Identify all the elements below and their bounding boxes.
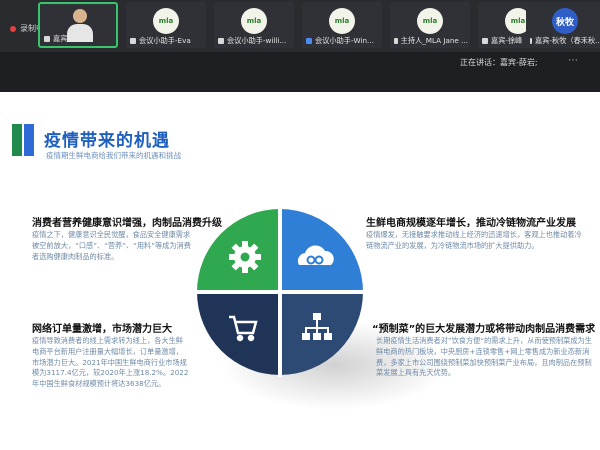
mic-icon: [530, 38, 533, 44]
speaking-label: 正在讲话：嘉宾-薛岩;: [460, 58, 538, 67]
quadrant-heading-2: 生鲜电商规模逐年增长，推动冷链物流产业发展: [366, 218, 576, 229]
mic-icon: [482, 38, 488, 44]
user-icon: [306, 38, 312, 44]
record-dot-icon: [10, 25, 16, 32]
more-options-icon[interactable]: ⋯: [568, 55, 578, 66]
mla-logo-icon: mla: [329, 8, 355, 34]
participant-tile[interactable]: mla 会议小助手-willi...: [214, 2, 294, 48]
quadrant-heading-4: “预制菜”的巨大发展潜力或将带动肉制品消费需求: [372, 324, 596, 335]
title-accent-blue: [24, 124, 34, 156]
quadrant-body-3: 疫情导致消费者的线上需求转为线上，各大生鲜电商平台新用户注册量大幅增长，订单量激…: [32, 336, 189, 389]
participant-tile[interactable]: 秋牧 嘉宾-秋牧（春禾秋...: [526, 2, 600, 48]
gear-icon: [229, 241, 261, 273]
mla-logo-icon: mla: [153, 8, 179, 34]
speaking-indicator: 正在讲话：嘉宾-薛岩;: [460, 57, 538, 68]
participant-tile[interactable]: 嘉宾-薛岩: [38, 2, 118, 48]
quadrant-heading-3: 网络订单量激增，市场潜力巨大: [32, 324, 172, 335]
mic-icon: [44, 36, 50, 42]
mic-icon: [130, 38, 136, 44]
quadrant-disc: [195, 207, 365, 377]
mic-icon: [394, 38, 398, 44]
avatar: 秋牧: [552, 8, 578, 34]
quadrant-body-2: 疫情爆发，无接触要求推动线上经济的迅速增长，客观上也推动着冷链物流产业的发展，为…: [366, 230, 582, 250]
participant-tile[interactable]: mla 会议小助手-Eva: [126, 2, 206, 48]
quadrant-body-4: 长期疫情生活消费者对”饮食方便“的需求上升，从而使预制菜成为生鲜电商的热门板块，…: [376, 336, 592, 378]
mic-icon: [218, 38, 224, 44]
quadrant-heading-1: 消费者营养健康意识增强，肉制品消费升级: [32, 218, 222, 229]
mla-logo-icon: mla: [241, 8, 267, 34]
slide-title: 疫情带来的机遇: [44, 131, 170, 151]
title-accent-green: [12, 124, 22, 156]
quadrant-bottom-right: [280, 292, 363, 375]
participant-tile[interactable]: mla 主持人_MLA Jane ...: [390, 2, 470, 48]
shared-slide: 疫情带来的机遇 疫情期生鲜电商给我们带来的机遇和挑战 消费者营养健康意识增强，肉…: [0, 92, 600, 450]
quadrant-body-1: 疫情之下，健康意识全民觉醒，食品安全健康需求被空前放大，“口感”、“营养”、“用…: [32, 230, 191, 261]
slide-subtitle: 疫情期生鲜电商给我们带来的机遇和挑战: [46, 151, 181, 160]
participant-strip: 录制中 嘉宾-薛岩 mla 会议小助手-Eva mla 会议小助手-willi.…: [0, 0, 600, 52]
participant-tile[interactable]: mla 会议小助手-Win...: [302, 2, 382, 48]
mla-logo-icon: mla: [417, 8, 443, 34]
